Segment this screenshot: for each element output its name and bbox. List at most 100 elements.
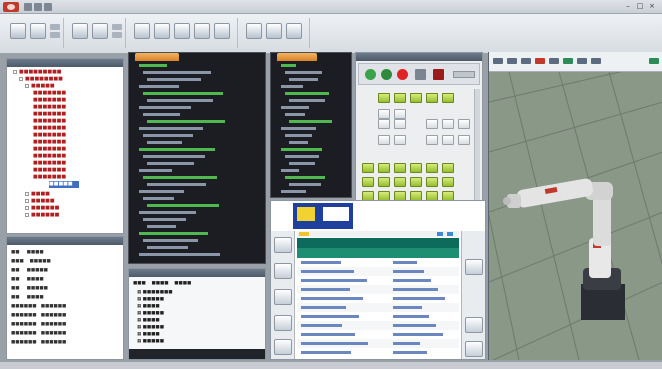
redo-icon[interactable] xyxy=(44,3,52,11)
record-icon[interactable] xyxy=(415,69,426,80)
close-icon[interactable]: × xyxy=(648,2,656,11)
play-icon[interactable] xyxy=(365,69,376,80)
undo-icon[interactable] xyxy=(34,3,42,11)
connect-icon[interactable] xyxy=(134,23,150,39)
layout-icon[interactable] xyxy=(266,23,282,39)
tree-node-program[interactable]: ■■■■■■■ xyxy=(33,111,66,118)
list-toolbar-button[interactable] xyxy=(447,232,453,236)
code-line[interactable] xyxy=(129,182,207,189)
tree-node-program[interactable]: ■■■■■■■ xyxy=(33,97,66,104)
robot-3d-viewport[interactable] xyxy=(488,52,662,360)
code-line[interactable] xyxy=(271,168,299,175)
code-line[interactable] xyxy=(129,238,198,245)
list-item[interactable]: ▦ ■■■■■■■ xyxy=(137,289,172,296)
code-line[interactable] xyxy=(271,140,309,147)
delete-small-icon[interactable] xyxy=(112,32,122,38)
tree-node-parameters[interactable]: ■■■■ xyxy=(25,191,50,198)
code-line[interactable] xyxy=(271,161,315,168)
code-line[interactable] xyxy=(271,70,323,77)
tree-node-io[interactable]: ■■■■■ xyxy=(25,198,55,205)
pendant-key[interactable] xyxy=(442,135,454,145)
tree-node-selected[interactable]: ■■■■■ xyxy=(49,181,79,188)
robot-scene[interactable] xyxy=(489,72,662,360)
code-line[interactable] xyxy=(271,154,319,161)
variable-icon[interactable] xyxy=(274,289,292,305)
tree-node-program[interactable]: ■■■■■■■ xyxy=(33,146,66,153)
editor-tab-2[interactable] xyxy=(277,53,317,61)
table-row[interactable] xyxy=(297,258,459,267)
code-line[interactable] xyxy=(129,126,203,133)
tree-node-program[interactable]: ■■■■■■■ xyxy=(33,160,66,167)
code-line[interactable] xyxy=(271,105,310,112)
pendant-key[interactable] xyxy=(458,135,470,145)
tree-node-program[interactable]: ■■■■■■■ xyxy=(33,132,66,139)
pendant-key[interactable] xyxy=(394,109,406,119)
program-editor-1[interactable] xyxy=(128,52,266,264)
rotate-icon[interactable] xyxy=(521,58,531,64)
code-line[interactable] xyxy=(271,63,296,70)
code-line[interactable] xyxy=(129,112,181,119)
code-line[interactable] xyxy=(129,196,174,203)
code-line[interactable] xyxy=(129,105,191,112)
jog-icon[interactable] xyxy=(465,259,483,275)
stop-icon[interactable] xyxy=(397,69,408,80)
code-line[interactable] xyxy=(271,133,312,140)
pendant-key[interactable] xyxy=(362,177,374,187)
step-icon[interactable] xyxy=(381,69,392,80)
table-row[interactable] xyxy=(297,294,459,303)
pendant-key[interactable] xyxy=(426,93,438,103)
app-logo-icon[interactable] xyxy=(3,2,19,12)
code-line[interactable] xyxy=(129,175,217,182)
tree-node-project[interactable]: ■■■■■■■■ xyxy=(19,76,63,83)
io-icon[interactable] xyxy=(274,315,292,331)
save-icon[interactable] xyxy=(24,3,32,11)
select-icon[interactable] xyxy=(493,58,503,64)
save-small-icon[interactable] xyxy=(50,24,60,30)
list-item[interactable]: ▦ ■■■■ xyxy=(137,317,160,324)
table-row[interactable] xyxy=(297,267,459,276)
grid-icon[interactable] xyxy=(563,58,573,64)
code-line[interactable] xyxy=(271,112,306,119)
code-line[interactable] xyxy=(271,91,329,98)
table-row[interactable] xyxy=(297,303,459,312)
pendant-key[interactable] xyxy=(442,119,454,129)
pendant-key[interactable] xyxy=(394,163,406,173)
code-line[interactable] xyxy=(129,224,176,231)
code-line[interactable] xyxy=(271,98,325,105)
code-line[interactable] xyxy=(271,147,323,154)
table-row[interactable] xyxy=(297,321,459,330)
open-project-icon[interactable] xyxy=(30,23,46,39)
editor-tab-1[interactable] xyxy=(135,53,179,61)
pendant-key[interactable] xyxy=(426,163,438,173)
tool-icon[interactable] xyxy=(274,339,292,355)
tree-node-program[interactable]: ■■■■■■■ xyxy=(33,139,66,146)
pendant-key[interactable] xyxy=(378,177,390,187)
tree-node-program[interactable]: ■■■■■■■ xyxy=(33,104,66,111)
teach-icon[interactable] xyxy=(274,263,292,279)
pendant-key[interactable] xyxy=(378,93,390,103)
tree-node-workspace[interactable]: ■■■■■■■■■ xyxy=(13,69,62,76)
move-icon[interactable] xyxy=(507,58,517,64)
emergency-icon[interactable] xyxy=(433,69,444,80)
list-item[interactable]: ▦ ■■■■■ xyxy=(137,324,164,331)
maximize-icon[interactable]: □ xyxy=(636,2,644,11)
fit-icon[interactable] xyxy=(549,58,559,64)
code-line[interactable] xyxy=(271,119,332,126)
list-toolbar-button[interactable] xyxy=(437,232,443,236)
code-line[interactable] xyxy=(129,133,193,140)
pendant-key[interactable] xyxy=(410,93,422,103)
code-line[interactable] xyxy=(129,210,197,217)
tree-node-robot[interactable]: ■■■■■ xyxy=(25,83,55,90)
list-item[interactable]: ▦ ■■■■■ xyxy=(137,296,164,303)
mode-switch[interactable] xyxy=(453,71,475,78)
pendant-key[interactable] xyxy=(394,135,406,145)
list-toolbar-button[interactable] xyxy=(299,232,309,236)
code-line[interactable] xyxy=(129,161,195,168)
tree-node-layout[interactable]: ■■■■■■ xyxy=(25,212,59,219)
code-line[interactable] xyxy=(129,63,167,70)
code-line[interactable] xyxy=(271,189,306,196)
pendant-key[interactable] xyxy=(442,93,454,103)
code-line[interactable] xyxy=(129,84,179,91)
pendant-key[interactable] xyxy=(394,177,406,187)
program-editor-2[interactable] xyxy=(270,52,352,198)
